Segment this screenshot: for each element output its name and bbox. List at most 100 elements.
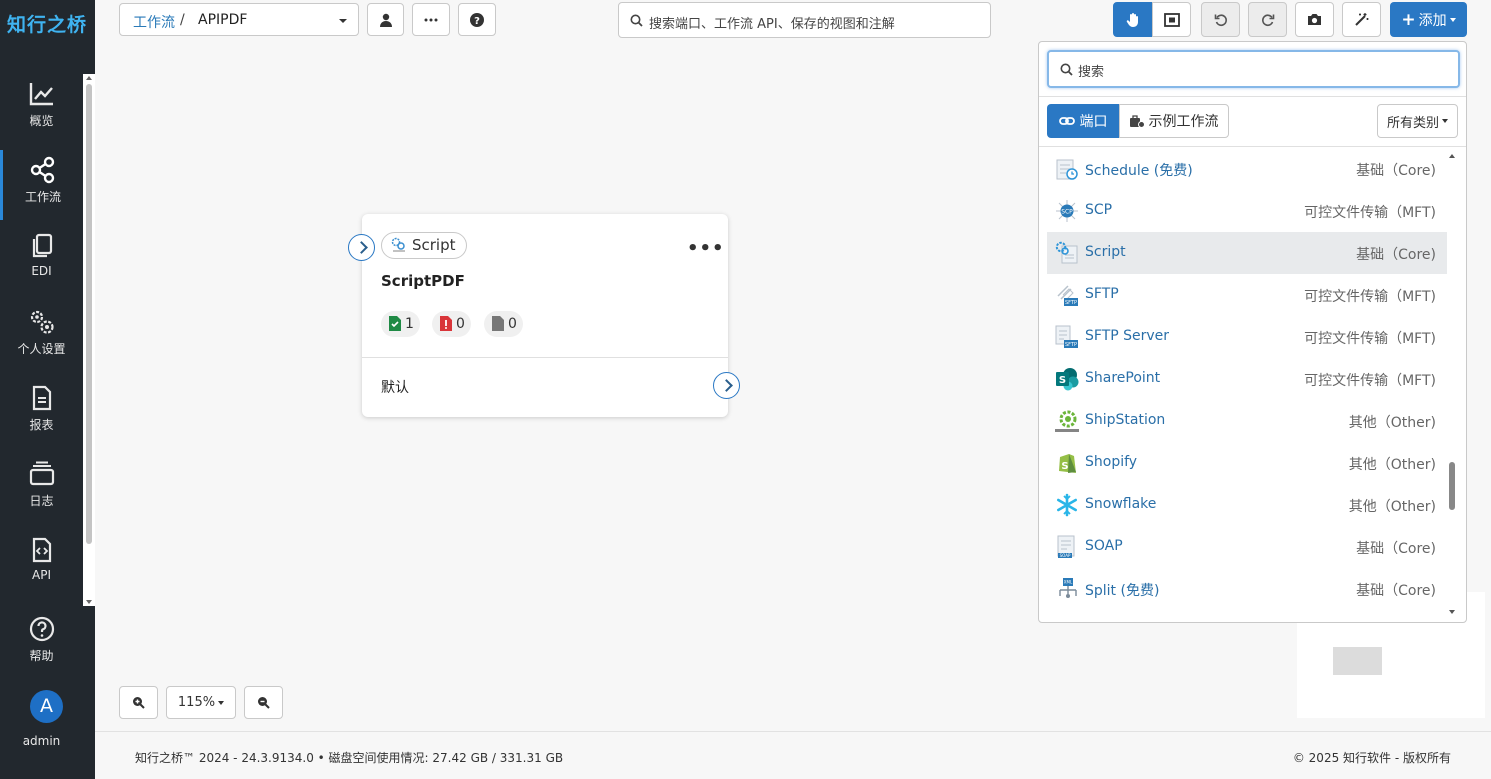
search-icon (630, 14, 643, 27)
add-connector-panel: 搜索 端口 示例工作流 所有类别 Schedule (免费) 基础（Core) … (1038, 41, 1467, 623)
node-type-label: Script (412, 236, 456, 254)
sharepoint-icon: S (1056, 368, 1079, 391)
sidebar-item-api[interactable]: API (0, 530, 83, 600)
connector-item-sftp[interactable]: SFTP SFTP 可控文件传输（MFT) (1047, 274, 1447, 316)
help-button[interactable]: ? (458, 3, 496, 36)
global-search-input[interactable]: 搜索端口、工作流 API、保存的视图和注解 (618, 2, 991, 38)
connector-name: SCP (1085, 202, 1113, 218)
pan-mode-button[interactable] (1113, 2, 1152, 37)
schedule-icon (1056, 159, 1078, 180)
success-count-badge[interactable]: 1 (381, 311, 420, 337)
sidebar-item-logs[interactable]: 日志 (0, 454, 83, 524)
search-placeholder: 搜索端口、工作流 API、保存的视图和注解 (649, 17, 895, 32)
sidebar-item-label: EDI (31, 264, 52, 278)
scroll-up-arrow[interactable] (1449, 154, 1455, 158)
connector-category: 其他（Other) (1348, 457, 1436, 473)
share-nodes-icon (30, 156, 55, 184)
tab-example-workflows[interactable]: 示例工作流 (1119, 104, 1229, 138)
scroll-down-arrow[interactable] (86, 600, 92, 604)
copy-icon (32, 233, 52, 258)
svg-text:S: S (1061, 461, 1068, 472)
node-menu-button[interactable]: ••• (687, 238, 725, 259)
sidebar-item-help[interactable]: 帮助 (0, 609, 83, 679)
script-icon (1055, 241, 1078, 264)
connector-item-sftp-server[interactable]: SFTP SFTP Server 可控文件传输（MFT) (1047, 316, 1447, 358)
breadcrumb-parent-link[interactable]: 工作流 (133, 12, 175, 32)
breadcrumb[interactable]: 工作流 / APIPDF (119, 3, 359, 36)
chart-line-icon (29, 83, 53, 106)
connector-category: 其他（Other) (1348, 499, 1436, 515)
sidebar-item-workflow[interactable]: 工作流 (0, 150, 83, 220)
pending-count-badge[interactable]: 0 (484, 311, 523, 337)
app-logo[interactable]: 知行之桥 (7, 10, 87, 37)
redo-icon (1261, 13, 1274, 26)
connector-name: ShipStation (1085, 412, 1166, 428)
category-dropdown-label: 所有类别 (1386, 115, 1439, 131)
zoom-level-dropdown[interactable]: 115% (166, 686, 236, 719)
redo-button[interactable] (1248, 2, 1287, 37)
sidebar-item-label: 个人设置 (17, 342, 66, 356)
node-input-connector[interactable] (348, 234, 375, 261)
add-button-label: 添加 (1418, 12, 1447, 29)
briefcase-gear-icon (1129, 114, 1145, 128)
circle-question-icon: ? (470, 12, 484, 27)
connector-item-soap[interactable]: SOAP SOAP 基础（Core) (1047, 526, 1447, 568)
connector-item-snowflake[interactable]: Snowflake 其他（Other) (1047, 484, 1447, 526)
error-count-badge[interactable]: 0 (432, 311, 471, 337)
snowflake-icon (1057, 493, 1077, 517)
tab-ports[interactable]: 端口 (1047, 104, 1119, 138)
zoom-level: 115% (177, 695, 216, 710)
user-name[interactable]: admin (0, 734, 83, 748)
scroll-thumb[interactable] (86, 84, 92, 544)
scroll-thumb[interactable] (1449, 462, 1455, 510)
sidebar-item-edi[interactable]: EDI (0, 226, 83, 296)
node-output-connector[interactable] (713, 372, 740, 399)
connector-name: Shopify (1085, 454, 1138, 470)
category-dropdown[interactable]: 所有类别 (1377, 104, 1458, 138)
user-button[interactable] (367, 3, 404, 36)
connector-list-scrollbar[interactable] (1448, 152, 1458, 618)
connector-item-script[interactable]: Script 基础（Core) (1047, 232, 1447, 274)
select-area-icon (1163, 12, 1180, 27)
svg-text:XML: XML (1064, 580, 1073, 585)
connector-item-sharepoint[interactable]: S SharePoint 可控文件传输（MFT) (1047, 358, 1447, 400)
scp-icon: SCP (1056, 200, 1078, 222)
avatar[interactable]: A (30, 690, 63, 723)
svg-text:SOAP: SOAP (1060, 553, 1071, 558)
connector-search-input[interactable]: 搜索 (1047, 50, 1460, 88)
more-options-button[interactable] (412, 3, 450, 36)
scroll-down-arrow[interactable] (1449, 610, 1455, 614)
sidebar-scrollbar[interactable] (83, 74, 95, 606)
split-icon: XML (1059, 578, 1077, 598)
connector-item-shopify[interactable]: S Shopify 其他（Other) (1047, 442, 1447, 484)
breadcrumb-separator: / (180, 12, 185, 28)
connector-item-split[interactable]: XML Split (免费) 基础（Core) (1047, 568, 1447, 610)
camera-icon (1308, 14, 1321, 25)
connector-item-schedule[interactable]: Schedule (免费) 基础（Core) (1047, 148, 1447, 190)
node-name: ScriptPDF (381, 272, 465, 290)
connector-item-scp[interactable]: SCP SCP 可控文件传输（MFT) (1047, 190, 1447, 232)
chevron-down-icon[interactable] (339, 19, 347, 23)
workflow-node[interactable]: Script ••• ScriptPDF 1 0 0 默认 (362, 214, 728, 417)
sftp-server-icon: SFTP (1055, 325, 1078, 348)
screenshot-button[interactable] (1295, 2, 1334, 37)
undo-button[interactable] (1201, 2, 1240, 37)
zoom-out-button[interactable] (244, 686, 283, 719)
add-button[interactable]: + 添加 (1390, 2, 1467, 37)
select-mode-button[interactable] (1152, 2, 1191, 37)
zoom-in-button[interactable] (119, 686, 158, 719)
tab-ports-label: 端口 (1079, 114, 1108, 130)
sidebar-item-overview[interactable]: 概览 (0, 74, 83, 144)
auto-layout-button[interactable] (1342, 2, 1381, 37)
connector-item-shipstation[interactable]: ShipStation 其他（Other) (1047, 400, 1447, 442)
file-error-icon (440, 316, 452, 331)
sidebar-item-settings[interactable]: 个人设置 (0, 302, 83, 372)
connector-name: Snowflake (1085, 496, 1157, 512)
shopify-icon: S (1059, 454, 1076, 473)
connector-name: Schedule (免费) (1085, 163, 1193, 179)
scroll-up-arrow[interactable] (86, 76, 92, 80)
sidebar-item-reports[interactable]: 报表 (0, 378, 83, 448)
chevron-down-icon (218, 700, 225, 705)
search-placeholder: 搜索 (1078, 65, 1105, 80)
pending-count: 0 (508, 316, 517, 332)
